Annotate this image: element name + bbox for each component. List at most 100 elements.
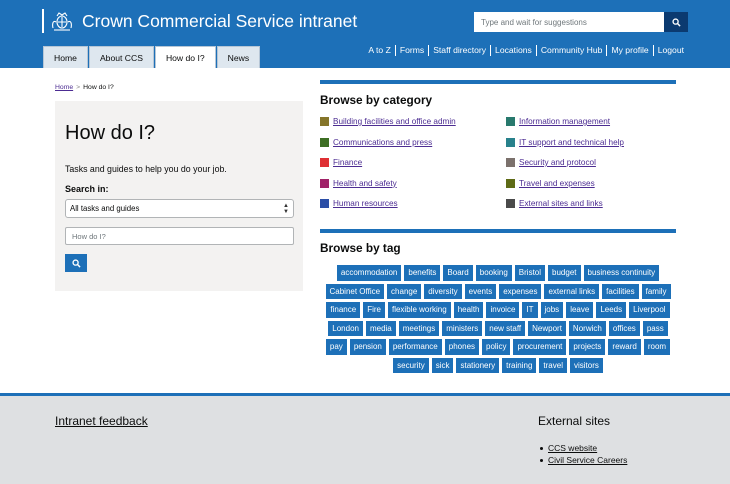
site-title: Crown Commercial Service intranet bbox=[82, 10, 358, 31]
list-item: CCS website bbox=[538, 442, 627, 454]
site-brand[interactable]: Crown Commercial Service intranet bbox=[42, 9, 357, 33]
link-a-to-z[interactable]: A to Z bbox=[364, 45, 394, 56]
breadcrumb-home-link[interactable]: Home bbox=[55, 84, 73, 91]
category-it-support[interactable]: IT support and technical help bbox=[506, 137, 624, 147]
tag-link[interactable]: pension bbox=[349, 339, 386, 355]
tag-link[interactable]: new staff bbox=[485, 320, 526, 336]
how-do-i-search-button[interactable] bbox=[65, 254, 87, 272]
tag-link[interactable]: pass bbox=[642, 320, 668, 336]
tag-link[interactable]: finance bbox=[326, 302, 361, 318]
tag-link[interactable]: phones bbox=[444, 339, 480, 355]
brand-divider bbox=[42, 9, 44, 33]
tag-link[interactable]: flexible working bbox=[387, 302, 451, 318]
tag-link[interactable]: budget bbox=[548, 265, 581, 281]
site-search-button[interactable] bbox=[664, 12, 688, 32]
search-scope-select[interactable]: All tasks and guides ▲ ▼ bbox=[65, 199, 294, 218]
civil-service-careers-link[interactable]: Civil Service Careers bbox=[548, 455, 627, 465]
tag-link[interactable]: jobs bbox=[540, 302, 564, 318]
tag-link[interactable]: policy bbox=[482, 339, 511, 355]
tag-link[interactable]: Norwich bbox=[568, 320, 606, 336]
category-section-rule bbox=[320, 80, 676, 84]
tag-link[interactable]: training bbox=[502, 357, 537, 373]
how-do-i-search-input[interactable] bbox=[65, 227, 294, 245]
category-color-swatch bbox=[506, 117, 515, 126]
tag-cloud: accommodation benefits Board booking Bristol… bbox=[320, 265, 676, 373]
external-sites-title: External sites bbox=[538, 414, 611, 428]
tag-link[interactable]: accommodation bbox=[336, 265, 402, 281]
category-link[interactable]: Information management bbox=[519, 117, 610, 126]
category-color-swatch bbox=[506, 199, 515, 208]
tag-link[interactable]: travel bbox=[539, 357, 567, 373]
tab-how-do-i[interactable]: How do I? bbox=[154, 46, 216, 68]
category-information-management[interactable]: Information management bbox=[506, 117, 610, 126]
tag-link[interactable]: London bbox=[328, 320, 363, 336]
tag-link[interactable]: ministers bbox=[442, 320, 483, 336]
intranet-feedback-link[interactable]: Intranet feedback bbox=[55, 414, 148, 428]
tag-link[interactable]: Newport bbox=[528, 320, 566, 336]
category-communications[interactable]: Communications and press bbox=[320, 137, 432, 147]
utility-links: A to Z Forms Staff directory Locations C… bbox=[364, 45, 688, 56]
tag-link[interactable]: health bbox=[453, 302, 484, 318]
category-finance[interactable]: Finance bbox=[320, 158, 362, 167]
category-link[interactable]: External sites and links bbox=[519, 199, 603, 208]
category-link[interactable]: Security and protocol bbox=[519, 158, 596, 167]
tag-link[interactable]: benefits bbox=[404, 265, 441, 281]
tag-link[interactable]: Fire bbox=[363, 302, 385, 318]
tag-link[interactable]: visitors bbox=[569, 357, 603, 373]
tag-link[interactable]: room bbox=[643, 339, 671, 355]
category-link[interactable]: Finance bbox=[333, 158, 362, 167]
ccs-website-link[interactable]: CCS website bbox=[548, 443, 597, 453]
category-link[interactable]: Health and safety bbox=[333, 179, 397, 188]
tag-link[interactable]: IT bbox=[522, 302, 538, 318]
tag-link[interactable]: Bristol bbox=[514, 265, 546, 281]
tag-link[interactable]: change bbox=[387, 283, 422, 299]
link-forms[interactable]: Forms bbox=[394, 45, 428, 56]
category-link[interactable]: Communications and press bbox=[333, 138, 432, 147]
tag-link[interactable]: stationery bbox=[456, 357, 500, 373]
tag-link[interactable]: family bbox=[641, 283, 671, 299]
tag-link[interactable]: leave bbox=[566, 302, 594, 318]
tag-link[interactable]: procurement bbox=[513, 339, 567, 355]
tab-home[interactable]: Home bbox=[43, 46, 88, 68]
site-search-input[interactable] bbox=[474, 12, 664, 32]
tag-link[interactable]: projects bbox=[569, 339, 606, 355]
tag-link[interactable]: sick bbox=[431, 357, 454, 373]
tag-link[interactable]: Leeds bbox=[596, 302, 627, 318]
tag-link[interactable]: Cabinet Office bbox=[325, 283, 385, 299]
category-building-facilities[interactable]: Building facilities and office admin bbox=[320, 117, 456, 126]
tag-link[interactable]: security bbox=[393, 357, 429, 373]
tag-link[interactable]: invoice bbox=[486, 302, 520, 318]
category-link[interactable]: Human resources bbox=[333, 199, 398, 208]
category-travel-expenses[interactable]: Travel and expenses bbox=[506, 178, 595, 188]
link-logout[interactable]: Logout bbox=[652, 45, 688, 56]
tag-link[interactable]: offices bbox=[608, 320, 640, 336]
external-sites-list: CCS website Civil Service Careers bbox=[538, 442, 627, 466]
category-link[interactable]: Building facilities and office admin bbox=[333, 117, 456, 126]
category-link[interactable]: IT support and technical help bbox=[519, 138, 624, 147]
tag-link[interactable]: diversity bbox=[424, 283, 462, 299]
tab-news[interactable]: News bbox=[216, 46, 261, 68]
link-my-profile[interactable]: My profile bbox=[606, 45, 652, 56]
tag-link[interactable]: meetings bbox=[398, 320, 440, 336]
tag-link[interactable]: events bbox=[464, 283, 497, 299]
link-community-hub[interactable]: Community Hub bbox=[535, 45, 607, 56]
tag-link[interactable]: media bbox=[365, 320, 396, 336]
tag-link[interactable]: expenses bbox=[499, 283, 542, 299]
link-locations[interactable]: Locations bbox=[490, 45, 536, 56]
tab-about-ccs[interactable]: About CCS bbox=[88, 46, 154, 68]
tag-link[interactable]: business continuity bbox=[583, 265, 660, 281]
tag-link[interactable]: facilities bbox=[602, 283, 639, 299]
tag-link[interactable]: booking bbox=[475, 265, 512, 281]
tag-link[interactable]: external links bbox=[544, 283, 600, 299]
tag-link[interactable]: performance bbox=[388, 339, 442, 355]
tag-link[interactable]: Board bbox=[443, 265, 473, 281]
category-human-resources[interactable]: Human resources bbox=[320, 199, 398, 208]
tag-link[interactable]: reward bbox=[608, 339, 641, 355]
category-health-safety[interactable]: Health and safety bbox=[320, 178, 397, 188]
link-staff-directory[interactable]: Staff directory bbox=[428, 45, 490, 56]
category-external-sites[interactable]: External sites and links bbox=[506, 199, 603, 208]
category-link[interactable]: Travel and expenses bbox=[519, 179, 595, 188]
tag-link[interactable]: pay bbox=[325, 339, 347, 355]
category-security-protocol[interactable]: Security and protocol bbox=[506, 158, 596, 167]
tag-link[interactable]: Liverpool bbox=[629, 302, 670, 318]
